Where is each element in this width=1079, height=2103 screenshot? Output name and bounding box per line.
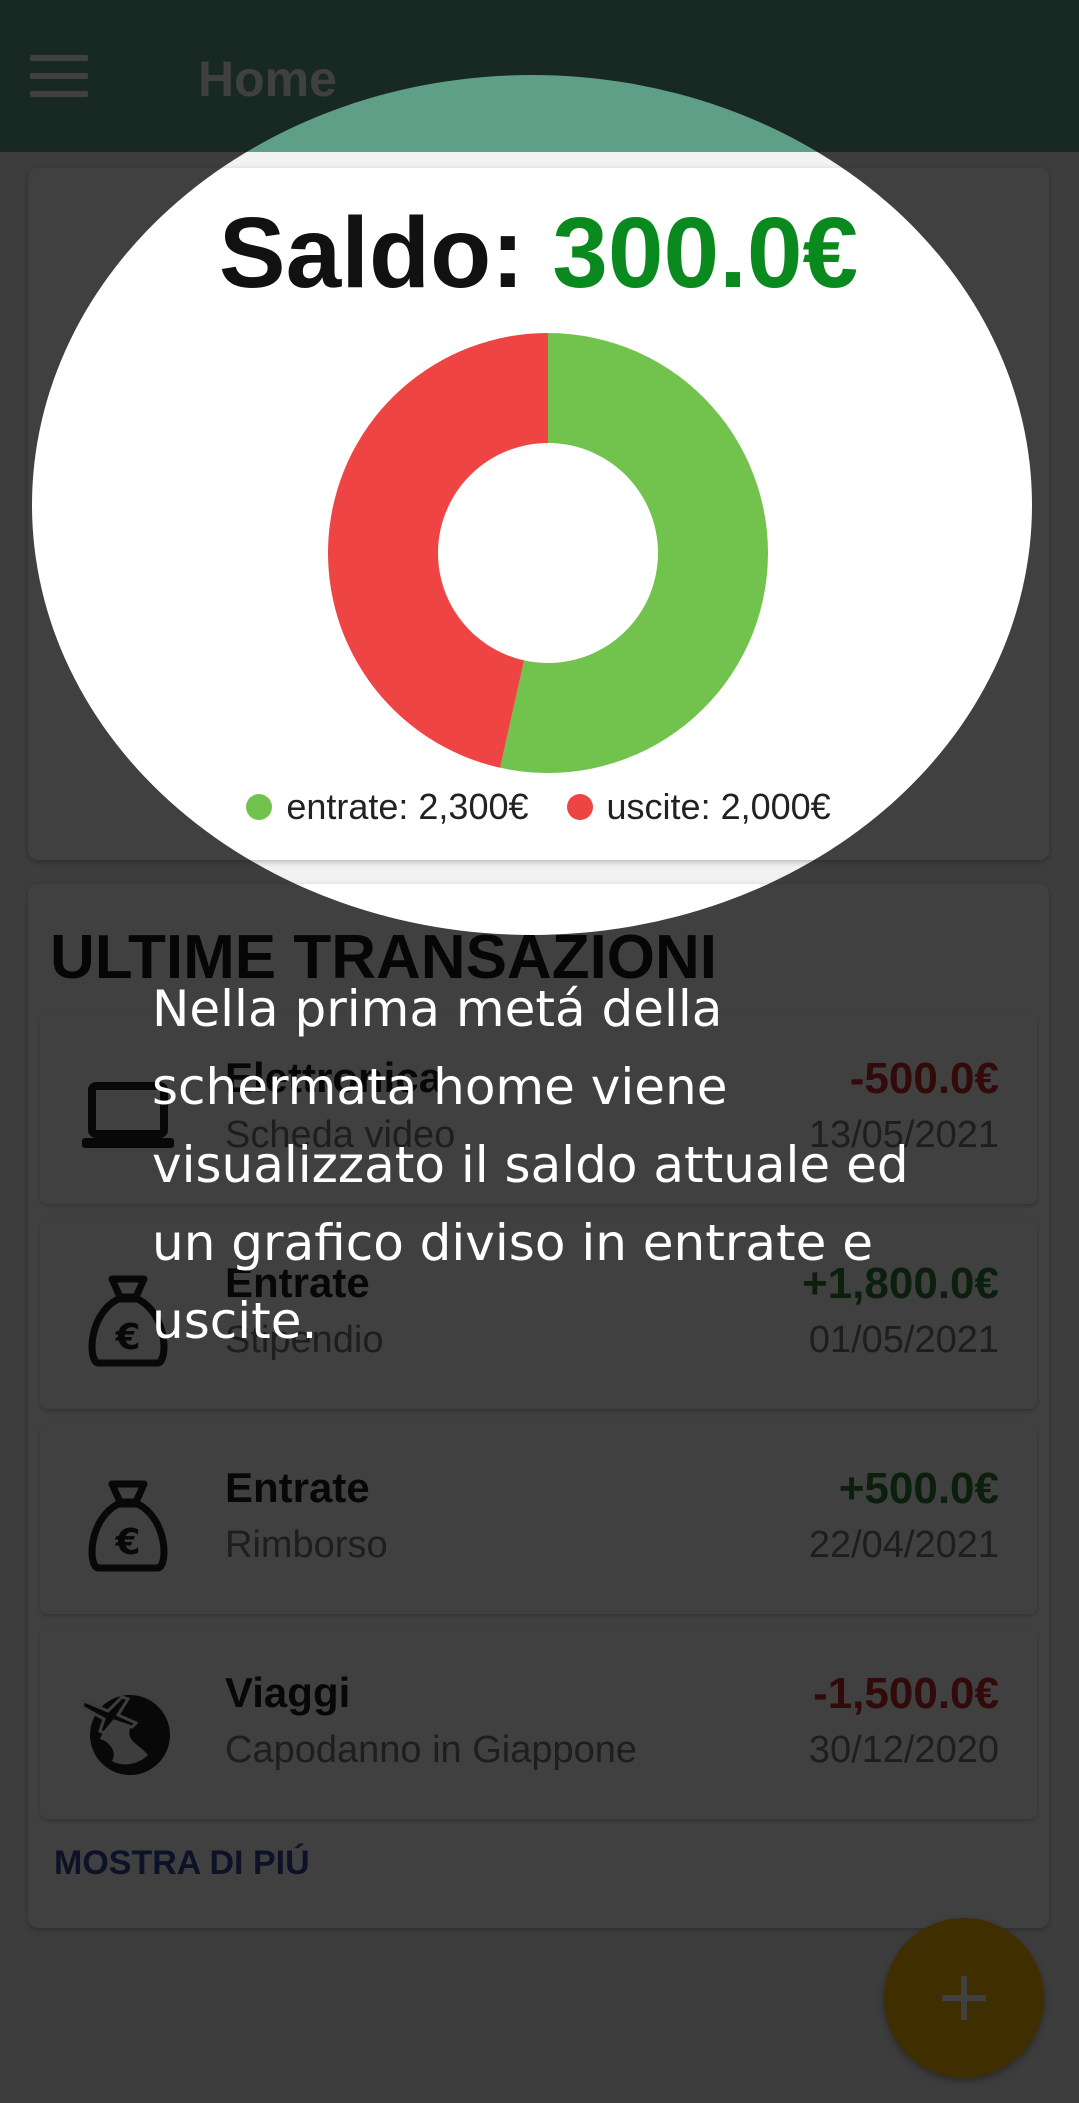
money-bag-euro-icon: € (88, 1480, 168, 1572)
balance-label: Saldo: (218, 197, 553, 309)
balance-heading: Saldo: 300.0€ (28, 196, 1049, 311)
plus-icon (942, 1976, 986, 2020)
income-expense-donut-chart (328, 333, 768, 773)
transaction-description: Capodanno in Giappone (225, 1729, 638, 1771)
page-title: Home (198, 51, 337, 107)
legend-item-uscite: uscite: 2,000€ (566, 786, 831, 828)
add-transaction-button[interactable] (884, 1918, 1044, 2078)
svg-text:€: € (114, 1522, 140, 1563)
transaction-amount: -1,500.0€ (813, 1669, 999, 1718)
svg-text:€: € (114, 1317, 140, 1358)
app-bar: Home (0, 0, 1079, 152)
transaction-item[interactable]: Viaggi Capodanno in Giappone -1,500.0€ 3… (40, 1629, 1037, 1819)
transaction-category: Viaggi (225, 1669, 351, 1716)
legend-label-entrate: entrate: 2,300€ (286, 786, 529, 827)
transaction-date: 30/12/2020 (808, 1729, 999, 1771)
legend-dot-uscite (566, 794, 593, 820)
transaction-item[interactable]: € Entrate Rimborso +500.0€ 22/04/2021 (40, 1424, 1037, 1614)
legend-label-uscite: uscite: 2,000€ (606, 786, 831, 827)
transaction-amount: +500.0€ (838, 1464, 999, 1513)
legend-item-entrate: entrate: 2,300€ (246, 786, 529, 828)
show-more-button[interactable]: MOSTRA DI PIÚ (54, 1844, 310, 1883)
airplane-globe-icon (80, 1695, 170, 1775)
hamburger-menu-icon[interactable] (30, 55, 88, 97)
chart-legend: entrate: 2,300€ uscite: 2,000€ (28, 786, 1049, 829)
transaction-category: Entrate (225, 1464, 370, 1511)
transaction-description: Rimborso (225, 1524, 388, 1566)
tutorial-message: Nella prima metá della schermata home vi… (152, 980, 909, 1350)
balance-value: 300.0€ (552, 197, 859, 309)
transaction-date: 22/04/2021 (808, 1524, 999, 1566)
balance-card: Saldo: 300.0€ entrate: 2,300€ uscite: 2,… (28, 168, 1049, 860)
legend-dot-entrate (246, 794, 273, 820)
